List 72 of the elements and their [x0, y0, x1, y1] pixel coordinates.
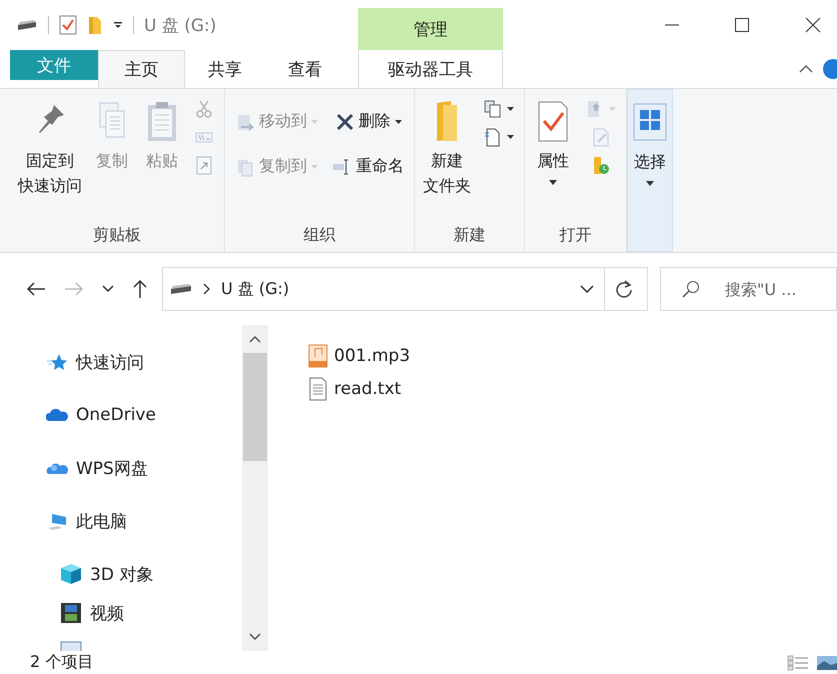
button-label: 快速访问 — [18, 174, 82, 197]
ribbon-button[interactable]: 新建 文件夹 — [421, 95, 473, 218]
star-icon — [46, 352, 68, 372]
group-label: 组织 — [302, 224, 336, 246]
ribbon-tab[interactable]: 主页 — [98, 50, 185, 88]
drive-icon[interactable] — [16, 19, 38, 31]
contextual-tab-header: 管理 — [358, 8, 503, 50]
caret-icon[interactable] — [113, 20, 123, 30]
button-label: 新建 — [430, 150, 464, 172]
address-field[interactable]: U 盘 (G:) — [162, 267, 648, 311]
music-file-icon — [308, 344, 328, 368]
caret-icon — [507, 135, 514, 139]
button-label: 文件夹 — [423, 174, 471, 197]
status-text: 2 个项目 — [30, 652, 94, 673]
chevron-down-icon[interactable] — [102, 285, 114, 293]
ribbon-button[interactable]: 属性 — [531, 95, 575, 218]
file-item[interactable]: read.txt — [308, 374, 410, 404]
scissors-icon — [194, 99, 214, 119]
refresh-icon[interactable] — [615, 280, 633, 298]
nav-item[interactable]: 此电脑 — [46, 508, 242, 534]
scroll-up-icon[interactable] — [249, 335, 261, 343]
scrollbar[interactable] — [242, 325, 268, 651]
caret-icon — [311, 120, 318, 124]
scrollbar-thumb[interactable] — [243, 353, 267, 461]
edit-icon — [590, 127, 610, 147]
nav-item[interactable]: 快速访问 — [46, 349, 242, 375]
group-label: 剪贴板 — [92, 224, 142, 246]
path-text: U 盘 (G:) — [221, 278, 290, 300]
chevron-right-icon — [203, 283, 211, 295]
collapse-ribbon-icon[interactable] — [799, 64, 813, 74]
nav-item[interactable]: OneDrive — [46, 402, 242, 428]
button-label: 属性 — [537, 150, 569, 172]
caret-icon — [646, 180, 654, 186]
ribbon-button[interactable]: 重命名 — [330, 154, 406, 179]
close-icon[interactable] — [805, 17, 821, 33]
drive-icon — [169, 283, 193, 295]
close-icon — [334, 112, 354, 132]
maximize-icon[interactable] — [735, 18, 749, 32]
text-file-icon — [308, 377, 328, 401]
search-icon — [682, 280, 700, 298]
nav-item[interactable]: 3D 对象 — [46, 561, 242, 587]
button-label: 复制 — [96, 150, 128, 172]
ribbon-button[interactable]: 删除 — [332, 109, 404, 134]
file-item[interactable]: 001.mp3 — [308, 341, 410, 371]
shortcut-icon — [194, 155, 214, 175]
back-icon[interactable] — [26, 281, 46, 297]
search-field[interactable]: 搜索"U ... — [660, 267, 837, 311]
caret-icon — [394, 120, 402, 124]
film-icon — [60, 602, 82, 624]
caret-icon — [311, 164, 318, 168]
group-label: 新建 — [452, 224, 486, 246]
scroll-down-icon[interactable] — [249, 633, 261, 641]
button-label: 粘贴 — [146, 150, 178, 172]
details-view-icon[interactable] — [787, 654, 809, 670]
caret-icon — [507, 107, 514, 111]
button-label: 选择 — [634, 151, 666, 173]
ribbon-tab[interactable]: 驱动器工具 — [358, 50, 503, 88]
caret-icon — [549, 180, 557, 185]
window-title: U 盘 (G:) — [144, 14, 216, 36]
nav-item[interactable]: WPS网盘 — [46, 455, 242, 481]
chevron-down-icon[interactable] — [580, 285, 594, 293]
button-label: 固定到 — [25, 150, 75, 172]
ribbon-button[interactable]: 固定到 快速访问 — [16, 95, 84, 218]
large-icons-view-icon[interactable] — [817, 654, 837, 670]
group-label: 打开 — [558, 224, 592, 246]
nav-item[interactable]: 视频 — [46, 600, 242, 626]
cube-icon — [60, 563, 82, 585]
up-arrow-icon[interactable] — [132, 279, 148, 299]
new-item-icon — [483, 99, 503, 119]
computer-icon — [46, 511, 68, 531]
caret-icon — [609, 107, 616, 111]
properties-icon[interactable] — [59, 15, 77, 35]
